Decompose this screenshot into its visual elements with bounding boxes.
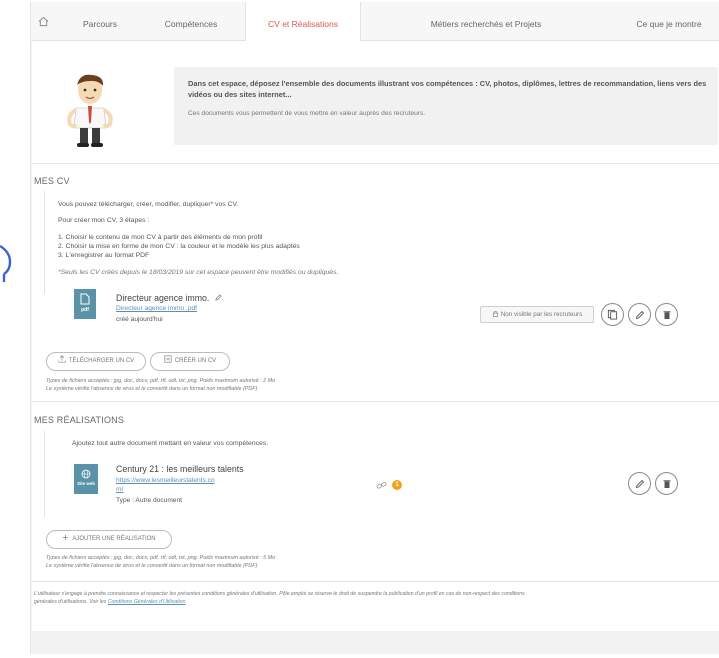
intro-headline: Dans cet espace, déposez l'ensemble des … [188,79,707,99]
cv-document-created: créé aujourd'hui [116,316,163,323]
delete-cv-button[interactable] [655,303,678,326]
top-tab-bar: Parcours Compétences CV et Réalisations … [31,2,719,41]
edit-cv-button[interactable] [628,303,651,326]
realisation-virus-note: Le système vérifie l'absence de virus et… [46,563,258,569]
intro-subtext: Ces documents vous permettent de vous me… [188,110,426,117]
trash-icon [663,479,670,488]
cv-step-3: 3. L'enregistrer au format PDF [58,252,150,259]
globe-icon [81,469,91,479]
footer-terms-line1: L'utilisateur s'engage à prendre connais… [34,591,525,597]
section-rule [44,191,45,294]
realisation-type: Type : Autre document [116,497,182,504]
main-frame: Parcours Compétences CV et Réalisations … [30,2,719,654]
cv-virus-note: Le système vérifie l'absence de virus et… [46,386,258,392]
section-title-mes-realisations: MES RÉALISATIONS [34,415,125,425]
footer-terms-line2: générales d'utilisations. Voir les Condi… [34,599,186,605]
cv-intro-line: Vous pouvez télécharger, créer, modifier… [58,201,239,208]
upload-cv-button[interactable]: TÉLÉCHARGER UN CV [46,352,146,371]
tab-ce-que-je-montre[interactable]: Ce que je montre [621,2,717,40]
create-cv-icon [164,355,172,363]
intro-box: Dans cet espace, déposez l'ensemble des … [174,67,718,145]
cv-step-1: 1. Choisir le contenu de mon CV à partir… [58,234,263,241]
tab-cv-realisations[interactable]: CV et Réalisations [245,2,361,41]
tab-metiers-projets[interactable]: Métiers recherchés et Projets [391,2,581,40]
lock-icon [492,310,498,317]
tab-home[interactable] [31,2,55,40]
duplicate-cv-button[interactable] [601,303,624,326]
create-cv-button[interactable]: CRÉER UN CV [150,352,230,371]
cropped-blue-mark [0,244,12,282]
tab-competences[interactable]: Compétences [141,2,241,40]
divider [32,581,719,582]
edit-realisation-button[interactable] [628,472,651,495]
add-realisation-button[interactable]: AJOUTER UNE RÉALISATION [46,530,172,549]
cv-file-types-note: Types de fichiers acceptés : jpg, doc, d… [46,378,276,384]
trash-icon [663,310,670,319]
pencil-icon [635,310,644,319]
cgu-link[interactable]: Conditions Générales d'Utilisation [108,599,186,605]
divider [32,401,719,402]
website-file-icon[interactable]: Site web [74,464,98,494]
realisation-file-types-note: Types de fichiers acceptés : jpg, doc, d… [46,555,276,561]
pencil-icon[interactable] [215,294,222,301]
delete-realisation-button[interactable] [655,472,678,495]
upload-icon [58,355,66,363]
divider [32,163,719,164]
cv-document-link[interactable]: Directeur agence immo .pdf [116,305,197,312]
pencil-icon [635,479,644,488]
link-icon[interactable] [376,481,387,490]
realisation-title: Century 21 : les meilleurs talents [116,464,244,474]
mascot-illustration [67,74,113,147]
realisations-intro: Ajoutez tout autre document mettant en v… [72,440,269,447]
pdf-file-label: pdf [81,307,89,313]
website-file-label: Site web [77,481,95,486]
section-title-mes-cv: MES CV [34,176,70,186]
realisation-count-badge: 1 [392,480,402,490]
tab-parcours[interactable]: Parcours [69,2,131,40]
pdf-file-icon[interactable]: pdf [74,289,96,319]
plus-icon [63,534,69,541]
duplicate-icon [607,309,618,320]
visibility-badge[interactable]: Non visible par les recruteurs [480,306,594,323]
cv-step-2: 2. Choisir la mise en forme de mon CV : … [58,243,300,250]
realisation-link[interactable]: https://www.lesmeilleurstalents.co [116,477,215,484]
content-card: Dans cet espace, déposez l'ensemble des … [32,41,719,631]
cv-note: *Seuls les CV créés depuis le 18/03/2019… [58,269,339,276]
cv-document-title: Directeur agence immo. [116,293,222,303]
realisation-link-continued[interactable]: m/ [116,486,123,493]
cv-steps-heading: Pour créer mon CV, 3 étapes : [58,217,150,224]
home-icon [38,16,48,26]
section-rule [44,431,45,517]
